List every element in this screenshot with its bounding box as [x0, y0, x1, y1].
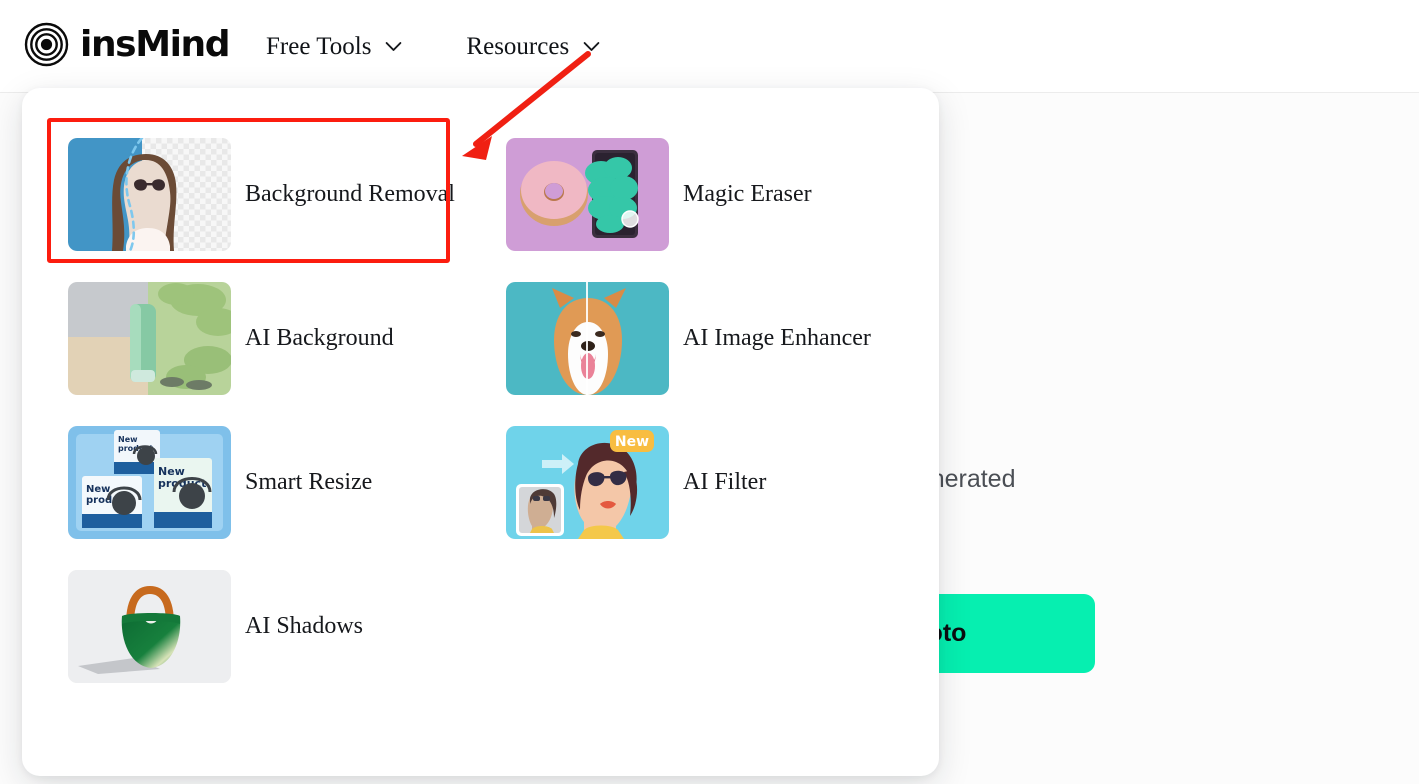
- tool-item-smart-resize[interactable]: New product New product New product Smar…: [68, 410, 506, 554]
- tool-item-label: Smart Resize: [245, 468, 373, 495]
- illustrated-woman-sunglasses-thumb: New: [506, 425, 669, 539]
- tool-item-label: Background Removal: [245, 180, 455, 207]
- cosmetic-tube-green-leaves-thumb: [68, 281, 231, 395]
- tool-item-magic-eraser[interactable]: Magic Eraser: [506, 122, 906, 266]
- nav-item-label: Free Tools: [266, 32, 372, 60]
- chevron-down-icon: [583, 42, 600, 51]
- nav-item-label: Resources: [466, 32, 570, 60]
- tool-item-label: AI Image Enhancer: [683, 324, 871, 351]
- tool-item-ai-filter[interactable]: New AI Filter: [506, 410, 906, 554]
- tool-item-label: Magic Eraser: [683, 180, 812, 207]
- tool-item-label: AI Filter: [683, 468, 767, 495]
- tool-item-ai-image-enhancer[interactable]: AI Image Enhancer: [506, 266, 906, 410]
- free-tools-dropdown-panel: Background Removal Magic Eraser AI Backg…: [22, 88, 939, 776]
- main-nav: Free Tools Resources: [266, 0, 664, 93]
- concentric-circles-logo-icon: [24, 22, 69, 67]
- logo[interactable]: insMind: [24, 22, 231, 67]
- headphones-new-product-banners-thumb: New product New product New product: [68, 425, 231, 539]
- donut-phone-purple-thumb: [506, 137, 669, 251]
- logo-text: insMind: [80, 24, 231, 65]
- page-root: wered ng at scale uct photos with AI gen…: [0, 0, 1419, 784]
- svg-text:New: New: [118, 435, 138, 444]
- green-handbag-shadow-thumb: [68, 569, 231, 683]
- corgi-dog-teal-thumb: [506, 281, 669, 395]
- tool-item-ai-shadows[interactable]: AI Shadows: [68, 554, 506, 698]
- nav-item-resources[interactable]: Resources: [466, 0, 600, 93]
- chevron-down-icon: [386, 42, 402, 51]
- tool-item-ai-background[interactable]: AI Background: [68, 266, 506, 410]
- new-badge-text: New: [615, 434, 649, 450]
- tool-item-background-removal[interactable]: Background Removal: [68, 122, 506, 266]
- nav-item-free-tools[interactable]: Free Tools: [266, 0, 405, 93]
- tool-list: Background Removal Magic Eraser AI Backg…: [68, 122, 908, 698]
- woman-sunglasses-blue-transparent-thumb: [68, 137, 231, 251]
- site-header: insMind Free Tools Resources: [0, 0, 1419, 93]
- svg-text:New: New: [86, 484, 110, 495]
- tool-item-label: AI Shadows: [245, 612, 363, 639]
- tool-item-label: AI Background: [245, 324, 394, 351]
